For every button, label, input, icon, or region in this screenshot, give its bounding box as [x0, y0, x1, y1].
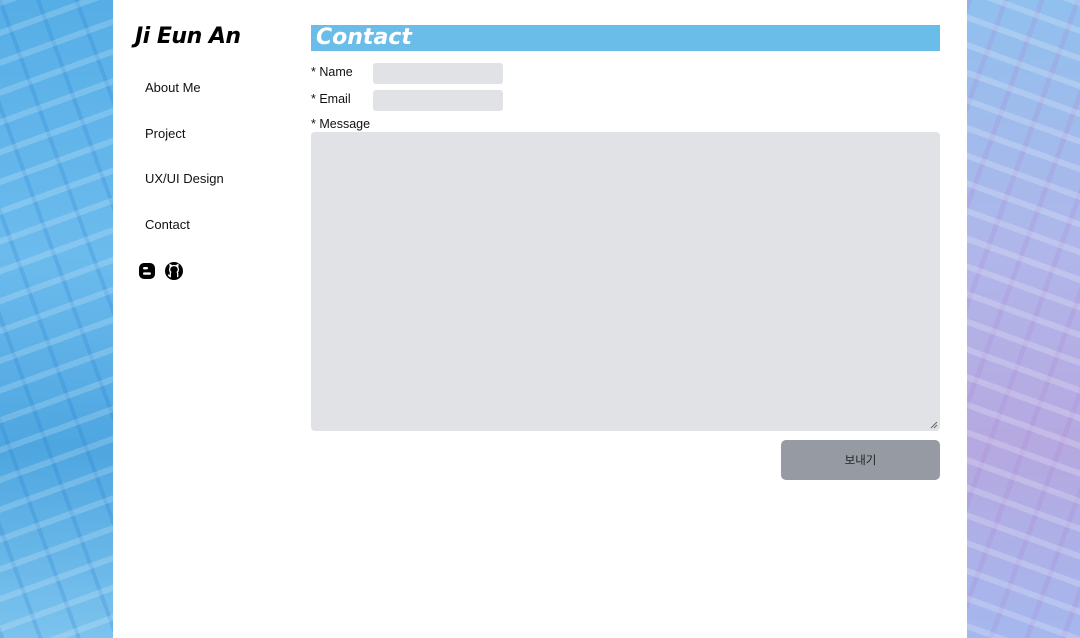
nav-item-label[interactable]: Project	[145, 124, 224, 144]
page-title: Contact	[311, 25, 940, 51]
name-row: * Name	[311, 62, 940, 89]
social-links	[137, 261, 184, 281]
name-field[interactable]	[373, 63, 503, 84]
background-right-marble	[967, 0, 1080, 638]
contact-section: Contact * Name * Email * Message 보내기	[311, 25, 940, 480]
resize-handle-icon[interactable]	[930, 421, 938, 429]
page-container: Ji Eun An About Me Project UX/UI Design …	[113, 0, 967, 638]
message-row: * Message	[311, 114, 940, 132]
nav-menu: About Me Project UX/UI Design Contact	[145, 78, 224, 260]
nav-item-label[interactable]: About Me	[145, 78, 224, 98]
nav-item-contact[interactable]: Contact	[145, 215, 224, 261]
sidebar: Ji Eun An About Me Project UX/UI Design …	[113, 0, 303, 638]
name-label: * Name	[311, 65, 353, 79]
email-field[interactable]	[373, 90, 503, 111]
submit-row: 보내기	[311, 431, 940, 480]
background-left-marble	[0, 0, 113, 638]
nav-item-about[interactable]: About Me	[145, 78, 224, 124]
site-logo[interactable]: Ji Eun An	[135, 24, 241, 49]
message-textarea[interactable]	[311, 132, 940, 431]
github-icon[interactable]	[164, 261, 184, 281]
nav-item-project[interactable]: Project	[145, 124, 224, 170]
send-button[interactable]: 보내기	[781, 440, 940, 480]
nav-item-label[interactable]: UX/UI Design	[145, 169, 224, 189]
nav-item-label[interactable]: Contact	[145, 215, 224, 235]
email-label: * Email	[311, 92, 351, 106]
nav-item-uxui-design[interactable]: UX/UI Design	[145, 169, 224, 215]
message-label: * Message	[311, 117, 371, 131]
blogger-icon[interactable]	[137, 261, 157, 281]
email-row: * Email	[311, 89, 940, 114]
